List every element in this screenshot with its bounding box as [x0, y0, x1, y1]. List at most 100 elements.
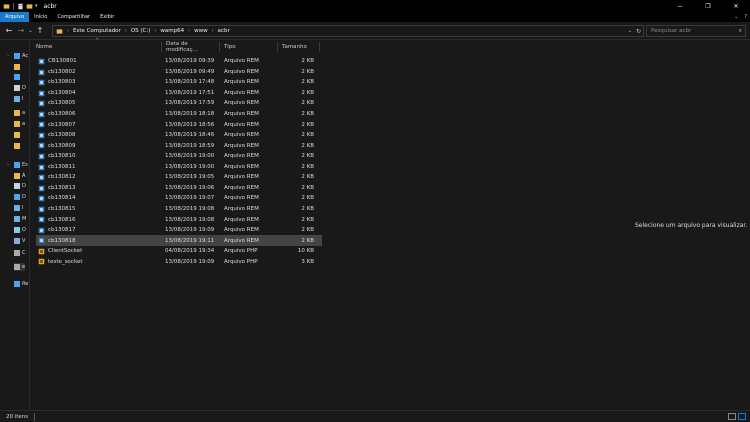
file-row[interactable]: cb130817 13/08/2019 19:09 Arquivo REM 2 KB: [36, 225, 322, 236]
expand-ribbon-chevron-icon[interactable]: ⌄: [734, 14, 738, 20]
search-input[interactable]: Pesquisar acbr ⌕: [646, 25, 746, 37]
sidebar-item[interactable]: a: [14, 109, 25, 117]
sidebar-item[interactable]: e: [14, 263, 26, 271]
tab-compartilhar[interactable]: Compartilhar: [52, 12, 95, 22]
file-row[interactable]: cb130805 13/08/2019 17:59 Arquivo REM 2 KB: [36, 98, 322, 109]
file-type: Arquivo REM: [224, 79, 259, 86]
breadcrumb-separator-icon[interactable]: ›: [212, 28, 214, 34]
status-bar: 20 itens: [0, 410, 750, 422]
file-row[interactable]: cb130818 13/08/2019 19:11 Arquivo REM 2 KB: [36, 235, 322, 246]
search-placeholder: Pesquisar acbr: [651, 28, 692, 34]
sidebar-item[interactable]: [14, 142, 22, 150]
breadcrumb-este-computador[interactable]: Este Computador: [73, 28, 121, 34]
column-header-type[interactable]: Tipo: [220, 42, 278, 52]
file-row[interactable]: teste_socket 13/08/2019 19:09 Arquivo PHP 3…: [36, 256, 322, 267]
file-row[interactable]: cb130804 13/08/2019 17:51 Arquivo REM 2 KB: [36, 88, 322, 99]
sidebar-item[interactable]: a: [14, 120, 25, 128]
file-type: Arquivo REM: [224, 58, 259, 65]
sidebar-item-label: e: [22, 264, 26, 270]
file-date: 13/08/2019 19:08: [165, 205, 215, 212]
tab-arquivo[interactable]: Arquivo: [0, 12, 30, 22]
details-view-button[interactable]: [728, 413, 736, 420]
rem-file-icon: [38, 153, 45, 160]
large-icons-view-button[interactable]: [738, 413, 746, 420]
file-row[interactable]: cb130811 13/08/2019 19:00 Arquivo REM 2 KB: [36, 162, 322, 173]
forward-arrow-icon[interactable]: →: [15, 25, 27, 37]
address-bar[interactable]: › Este Computador › OS (C:) › wamp64 › w…: [52, 25, 644, 37]
sidebar-item[interactable]: › Ac: [7, 52, 28, 60]
file-row[interactable]: cb130812 13/08/2019 19:05 Arquivo REM 2 KB: [36, 172, 322, 183]
tab-exibir[interactable]: Exibir: [95, 12, 119, 22]
new-folder-icon[interactable]: [26, 3, 33, 10]
navigation-bar: ← → ⌄ ↑ › Este Computador › OS (C:) › wa…: [0, 22, 750, 40]
file-size: 10 KB: [297, 248, 314, 255]
help-icon[interactable]: ?: [744, 14, 747, 20]
sidebar-item[interactable]: Á: [14, 172, 25, 180]
breadcrumb-www[interactable]: www: [194, 28, 208, 34]
sidebar-item[interactable]: D: [14, 182, 26, 190]
file-size: 2 KB: [301, 142, 314, 149]
customize-toolbar-chevron-icon[interactable]: ▾: [35, 3, 38, 9]
file-name: cb130811: [48, 163, 76, 170]
breadcrumb-separator-icon[interactable]: ›: [154, 28, 156, 34]
sidebar-item[interactable]: V: [14, 237, 25, 245]
file-row[interactable]: cb130814 13/08/2019 19:07 Arquivo REM 2 KB: [36, 193, 322, 204]
column-header-size[interactable]: Tamanho: [278, 42, 320, 52]
file-row[interactable]: cb130808 13/08/2019 18:46 Arquivo REM 2 KB: [36, 130, 322, 141]
breadcrumb-separator-icon[interactable]: ›: [188, 28, 190, 34]
breadcrumb-wamp64[interactable]: wamp64: [160, 28, 184, 34]
back-arrow-icon[interactable]: ←: [3, 25, 15, 37]
file-row[interactable]: cb130809 13/08/2019 18:59 Arquivo REM 2 KB: [36, 140, 322, 151]
sidebar-item[interactable]: [14, 63, 22, 71]
expand-chevron-icon[interactable]: ›: [7, 53, 9, 59]
file-row[interactable]: cb130815 13/08/2019 19:08 Arquivo REM 2 KB: [36, 204, 322, 215]
file-date: 13/08/2019 19:00: [165, 153, 215, 160]
sidebar-item[interactable]: › Es: [7, 161, 28, 169]
sidebar-item[interactable]: M: [14, 215, 26, 223]
file-row[interactable]: cb130810 13/08/2019 19:00 Arquivo REM 2 KB: [36, 151, 322, 162]
file-date: 13/08/2019 18:46: [165, 132, 215, 139]
minimize-button[interactable]: —: [666, 0, 694, 12]
sidebar-item[interactable]: Re: [14, 280, 28, 288]
file-name: cb130802: [48, 68, 76, 75]
drive-icon: [14, 264, 20, 270]
maximize-button[interactable]: ❐: [694, 0, 722, 12]
file-date: 13/08/2019 09:39: [165, 58, 215, 65]
file-type: Arquivo REM: [224, 121, 259, 128]
column-header-name[interactable]: Nome: [32, 42, 162, 52]
file-row[interactable]: cb130806 13/08/2019 18:18 Arquivo REM 2 KB: [36, 109, 322, 120]
file-row[interactable]: cb130816 13/08/2019 19:08 Arquivo REM 2 KB: [36, 214, 322, 225]
expand-chevron-icon[interactable]: ›: [7, 162, 9, 168]
close-button[interactable]: ✕: [722, 0, 750, 12]
recent-locations-chevron-icon[interactable]: ⌄: [27, 25, 34, 37]
file-row[interactable]: CB130801 13/08/2019 09:39 Arquivo REM 2 KB: [36, 56, 322, 67]
file-size: 2 KB: [301, 163, 314, 170]
sidebar-item[interactable]: O: [14, 226, 26, 234]
column-header-date[interactable]: Data de modificaç...: [162, 41, 220, 53]
sidebar-item[interactable]: D: [14, 193, 26, 201]
sidebar-item[interactable]: C: [14, 249, 26, 257]
properties-icon[interactable]: [17, 3, 24, 10]
breadcrumb-acbr[interactable]: acbr: [218, 28, 230, 34]
file-row[interactable]: ClientSocket 04/08/2019 19:34 Arquivo PHP 1…: [36, 246, 322, 257]
file-row[interactable]: cb130803 13/08/2019 17:48 Arquivo REM 2 KB: [36, 77, 322, 88]
file-name: cb130812: [48, 174, 76, 181]
breadcrumb-os-c[interactable]: OS (C:): [131, 28, 151, 34]
file-row[interactable]: cb130807 13/08/2019 18:56 Arquivo REM 2 KB: [36, 119, 322, 130]
file-date: 13/08/2019 19:07: [165, 195, 215, 202]
file-type: Arquivo REM: [224, 237, 259, 244]
breadcrumb-separator-icon[interactable]: ›: [67, 28, 69, 34]
file-row[interactable]: cb130802 13/08/2019 09:49 Arquivo REM 2 KB: [36, 67, 322, 78]
refresh-icon[interactable]: ↻: [636, 28, 641, 35]
sidebar-item[interactable]: D: [14, 84, 26, 92]
sidebar-item[interactable]: [14, 131, 22, 139]
up-arrow-icon[interactable]: ↑: [34, 25, 46, 37]
file-name: cb130814: [48, 195, 76, 202]
breadcrumb-separator-icon[interactable]: ›: [125, 28, 127, 34]
sidebar-item[interactable]: I: [14, 204, 23, 212]
sidebar-item[interactable]: I: [14, 95, 23, 103]
address-history-chevron-icon[interactable]: ⌄: [628, 28, 632, 34]
file-row[interactable]: cb130813 13/08/2019 19:06 Arquivo REM 2 KB: [36, 183, 322, 194]
tab-inicio[interactable]: Início: [29, 12, 52, 22]
sidebar-item[interactable]: [14, 73, 22, 81]
